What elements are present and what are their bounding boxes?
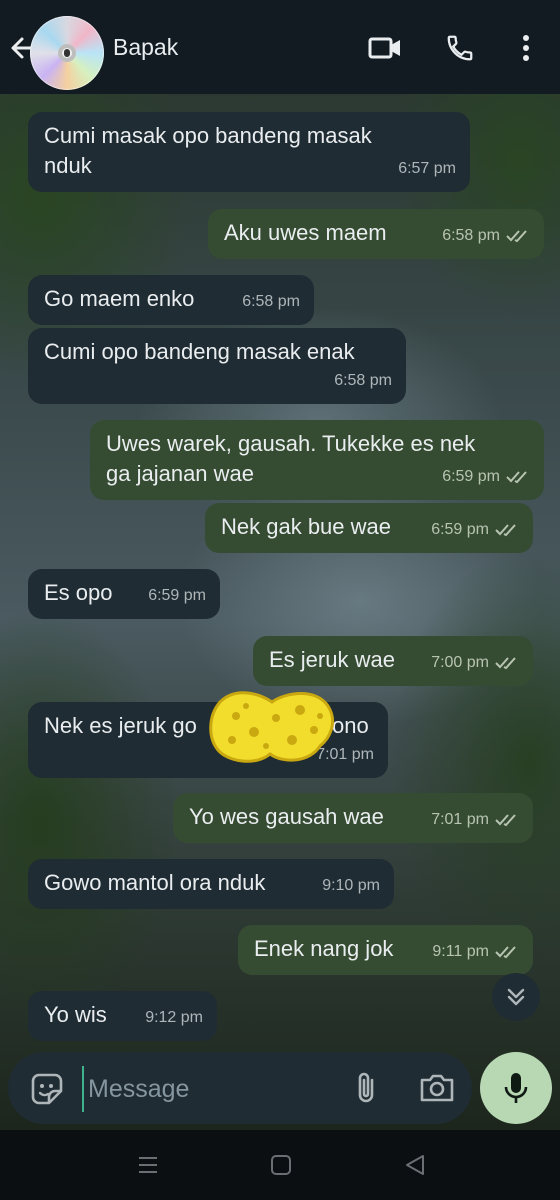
recent-apps-icon[interactable] [136, 1154, 160, 1176]
message-time: 9:10 pm [322, 877, 380, 894]
message-time: 6:58 pm [334, 372, 392, 389]
message-input[interactable] [82, 1066, 330, 1112]
double-chevron-down-icon [507, 988, 525, 1006]
read-ticks-icon [495, 657, 516, 670]
phone-icon[interactable] [442, 30, 478, 66]
message-time: 6:59 pm [148, 587, 206, 604]
message-meta: 6:59 pm [148, 581, 206, 611]
message-time: 6:59 pm [442, 468, 500, 485]
message-time: 7:01 pm [431, 811, 489, 828]
read-ticks-icon [495, 814, 516, 827]
message-bubble-incoming[interactable]: Go maem enko 6:58 pm [28, 275, 314, 325]
message-meta: 9:11 pm [432, 937, 519, 967]
message-time: 6:57 pm [398, 160, 456, 177]
message-text: ono [332, 713, 369, 738]
message-time: 7:00 pm [431, 654, 489, 671]
message-time: 6:58 pm [442, 227, 500, 244]
sticker-icon[interactable] [30, 1072, 64, 1106]
message-bubble-outgoing[interactable]: Uwes warek, gausah. Tukekke es nek ga ja… [90, 420, 544, 500]
read-ticks-icon [506, 471, 527, 484]
message-time: 6:59 pm [431, 521, 489, 538]
message-meta: 7:01 pm [431, 805, 519, 835]
message-time: 9:11 pm [432, 943, 489, 960]
message-time: 6:58 pm [242, 293, 300, 310]
message-meta: 6:58 pm [442, 221, 530, 251]
read-ticks-icon [495, 946, 516, 959]
camera-icon[interactable] [418, 1070, 456, 1106]
message-bubble-incoming[interactable]: Cumi masak opo bandeng masak nduk 6:57 p… [28, 112, 470, 192]
more-options-icon[interactable] [508, 30, 544, 66]
back-icon[interactable] [403, 1154, 427, 1176]
message-meta: 6:58 pm [242, 287, 300, 317]
chat-header: Bapak [0, 0, 560, 94]
message-time: 9:12 pm [145, 1009, 203, 1026]
message-bubble-incoming[interactable]: Gowo mantol ora nduk 9:10 pm [28, 859, 394, 909]
message-meta: 7:00 pm [431, 648, 519, 678]
message-bubble-outgoing[interactable]: Enek nang jok 9:11 pm [238, 925, 533, 975]
avatar[interactable] [30, 16, 104, 90]
message-text: Cumi masak opo bandeng masak nduk [44, 123, 372, 178]
message-meta: 6:58 pm [334, 366, 392, 396]
message-meta: 9:12 pm [145, 1003, 203, 1033]
scroll-to-bottom-button[interactable] [492, 973, 540, 1021]
mic-button[interactable] [480, 1052, 552, 1124]
system-nav-bar [0, 1130, 560, 1200]
message-bubble-incoming[interactable]: Cumi opo bandeng masak enak 6:58 pm [28, 328, 406, 404]
home-icon[interactable] [269, 1154, 293, 1176]
message-meta: 6:59 pm [442, 462, 530, 492]
cd-center [64, 49, 70, 57]
message-meta: 6:59 pm [431, 515, 519, 545]
message-bubble-incoming[interactable]: Yo wis 9:12 pm [28, 991, 217, 1041]
message-bubble-outgoing[interactable]: Yo wes gausah wae 7:01 pm [173, 793, 533, 843]
message-text: Nek es jeruk go [44, 713, 197, 738]
message-text: Cumi opo bandeng masak enak [44, 339, 355, 364]
message-composer [8, 1052, 472, 1124]
message-bubble-outgoing[interactable]: Aku uwes maem 6:58 pm [208, 209, 544, 259]
sponge-sticker [209, 691, 334, 763]
read-ticks-icon [506, 230, 527, 243]
message-bubble-incoming[interactable]: Es opo 6:59 pm [28, 569, 220, 619]
message-meta: 9:10 pm [322, 871, 380, 901]
read-ticks-icon [495, 524, 516, 537]
message-bubble-outgoing[interactable]: Nek gak bue wae 6:59 pm [205, 503, 533, 553]
video-call-icon[interactable] [367, 30, 403, 66]
contact-name[interactable]: Bapak [113, 34, 178, 61]
mic-icon [504, 1073, 528, 1103]
attach-icon[interactable] [348, 1070, 384, 1106]
message-bubble-outgoing[interactable]: Es jeruk wae 7:00 pm [253, 636, 533, 686]
message-meta: 6:57 pm [398, 154, 456, 184]
